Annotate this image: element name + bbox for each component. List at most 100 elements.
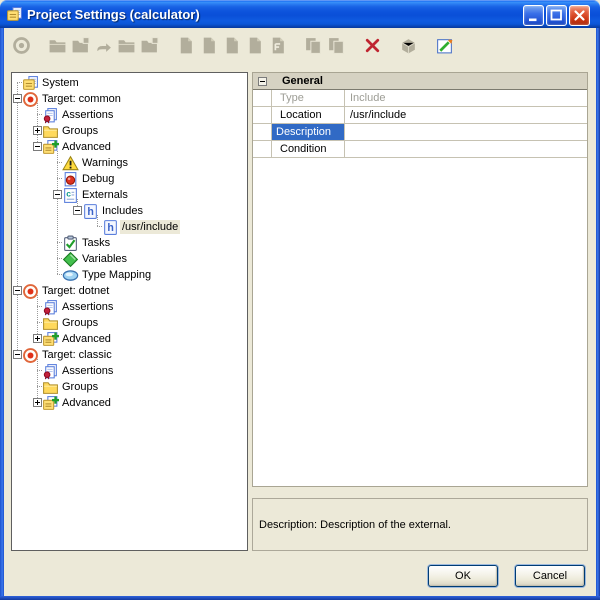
toolbar-button-delete-13[interactable]: [361, 36, 383, 58]
tree-item-label: Target: dotnet: [40, 284, 111, 298]
toolbar-button-document-f-10[interactable]: [266, 36, 288, 58]
tree-item-advanced[interactable]: Advanced: [13, 139, 246, 155]
toolbar-button-document-9[interactable]: [243, 36, 265, 58]
toolbar-button-document-6[interactable]: [174, 36, 196, 58]
cancel-button[interactable]: Cancel: [515, 565, 585, 587]
property-name[interactable]: Condition: [272, 141, 345, 157]
property-row-location[interactable]: Location/usr/include: [253, 107, 587, 124]
tree-item-includes[interactable]: hIncludes: [13, 203, 246, 219]
folder-icon: [42, 123, 59, 140]
settings-tree: SystemTarget: commonAssertionsGroupsAdva…: [13, 75, 246, 549]
tree-item-label: Assertions: [60, 300, 115, 314]
tree-item-assertions[interactable]: Assertions: [13, 107, 246, 123]
toolbar-button-package-14[interactable]: [397, 36, 419, 58]
toolbar-button-folder-1[interactable]: [46, 36, 68, 58]
copy-icon: [304, 36, 323, 58]
toolbar-button-arrow-small-3[interactable]: [92, 36, 114, 58]
property-row-condition[interactable]: Condition: [253, 141, 587, 158]
tree-item-usr-include[interactable]: h/usr/include: [13, 219, 246, 235]
maximize-button[interactable]: [546, 5, 567, 26]
window-title: Project Settings (calculator): [27, 7, 200, 22]
system-icon: [22, 75, 39, 92]
tree-item-system[interactable]: System: [13, 75, 246, 91]
titlebar[interactable]: Project Settings (calculator): [0, 0, 600, 28]
property-row-gutter: [253, 107, 272, 123]
document-f-icon: [268, 36, 287, 58]
collapse-icon[interactable]: [33, 142, 42, 151]
collapse-icon[interactable]: [258, 77, 267, 86]
property-grid-title: General: [282, 74, 323, 89]
assertions-icon: [42, 107, 59, 124]
folder-add-icon: [140, 36, 159, 58]
target-circle-icon: [12, 36, 31, 58]
toolbar-button-folder-add-5[interactable]: [138, 36, 160, 58]
property-name[interactable]: Type: [272, 90, 345, 106]
toolbar-button-copy-12[interactable]: [325, 36, 347, 58]
tree-item-label: Assertions: [60, 364, 115, 378]
settings-tree-panel: SystemTarget: commonAssertionsGroupsAdva…: [11, 72, 248, 551]
toolbar-button-folder-add-2[interactable]: [69, 36, 91, 58]
tree-item-label: Tasks: [80, 236, 112, 250]
toolbar-button-document-8[interactable]: [220, 36, 242, 58]
svg-text:h: h: [87, 206, 93, 218]
collapse-icon[interactable]: [73, 206, 82, 215]
delete-icon: [363, 36, 382, 58]
close-button[interactable]: [569, 5, 590, 26]
tree-item-label: Advanced: [60, 140, 113, 154]
tasks-icon: [62, 235, 79, 252]
advanced-icon: [42, 139, 59, 156]
expand-icon[interactable]: [33, 334, 42, 343]
property-row-gutter: [253, 124, 272, 140]
property-value[interactable]: /usr/include: [345, 107, 587, 123]
expand-icon[interactable]: [33, 398, 42, 407]
toolbar-button-copy-11[interactable]: [302, 36, 324, 58]
collapse-icon[interactable]: [13, 350, 22, 359]
toolbar-button-target-circle-0[interactable]: [10, 36, 32, 58]
project-settings-window: Project Settings (calculator) SystemTarg…: [0, 0, 600, 600]
collapse-icon[interactable]: [13, 94, 22, 103]
folder-add-icon: [71, 36, 90, 58]
package-icon: [399, 36, 418, 58]
ok-button[interactable]: OK: [428, 565, 498, 587]
tree-item-groups[interactable]: Groups: [13, 315, 246, 331]
tree-item-externals[interactable]: cExternals: [13, 187, 246, 203]
tree-item-assertions[interactable]: Assertions: [13, 299, 246, 315]
toolbar-button-document-7[interactable]: [197, 36, 219, 58]
tree-item-target-common[interactable]: Target: common: [13, 91, 246, 107]
window-controls: [523, 5, 590, 26]
collapse-icon[interactable]: [53, 190, 62, 199]
property-row-type[interactable]: TypeInclude: [253, 90, 587, 107]
tree-item-groups[interactable]: Groups: [13, 379, 246, 395]
tree-item-debug[interactable]: Debug: [13, 171, 246, 187]
property-row-description[interactable]: Description: [253, 124, 587, 141]
tree-item-assertions[interactable]: Assertions: [13, 363, 246, 379]
minimize-button[interactable]: [523, 5, 544, 26]
folder-icon: [48, 36, 67, 58]
tree-item-label: Variables: [80, 252, 129, 266]
tree-item-type-mapping[interactable]: Type Mapping: [13, 267, 246, 283]
tree-item-variables[interactable]: Variables: [13, 251, 246, 267]
tree-item-tasks[interactable]: Tasks: [13, 235, 246, 251]
svg-text:h: h: [107, 222, 113, 234]
tree-item-target-classic[interactable]: Target: classic: [13, 347, 246, 363]
window-frame-right: [596, 28, 600, 596]
property-value[interactable]: Include: [345, 90, 587, 106]
property-grid-header[interactable]: General: [253, 73, 587, 90]
tree-item-warnings[interactable]: Warnings: [13, 155, 246, 171]
tree-item-target-dotnet[interactable]: Target: dotnet: [13, 283, 246, 299]
property-value[interactable]: [345, 141, 587, 157]
property-value[interactable]: [345, 124, 587, 140]
property-name[interactable]: Location: [272, 107, 345, 123]
help-text: Description: Description of the external…: [259, 519, 451, 531]
collapse-icon[interactable]: [13, 286, 22, 295]
maximize-icon: [548, 7, 565, 24]
expand-icon[interactable]: [33, 126, 42, 135]
hdoc-icon: h: [102, 219, 119, 236]
tree-item-advanced[interactable]: Advanced: [13, 395, 246, 411]
property-name[interactable]: Description: [272, 124, 345, 140]
toolbar-button-folder-4[interactable]: [115, 36, 137, 58]
document-icon: [245, 36, 264, 58]
toolbar-button-edit-15[interactable]: [433, 36, 455, 58]
tree-item-advanced[interactable]: Advanced: [13, 331, 246, 347]
tree-item-groups[interactable]: Groups: [13, 123, 246, 139]
